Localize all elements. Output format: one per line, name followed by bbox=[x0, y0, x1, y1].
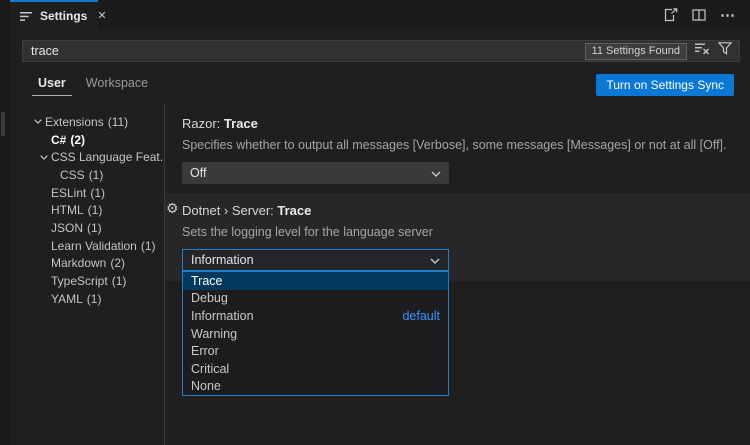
setting-category: Dotnet › Server: bbox=[182, 203, 277, 218]
dotnet-trace-select[interactable]: Information bbox=[182, 249, 449, 271]
tree-item-count: (1) bbox=[87, 292, 102, 306]
razor-trace-select[interactable]: Off bbox=[182, 162, 449, 184]
option-trace[interactable]: Trace bbox=[183, 272, 448, 290]
search-controls: 11 Settings Found bbox=[585, 42, 732, 60]
setting-description: Sets the logging level for the language … bbox=[182, 224, 750, 240]
tree-item-label: TypeScript bbox=[51, 274, 108, 288]
tab-workspace[interactable]: Workspace bbox=[80, 74, 154, 95]
tree-item-extensions[interactable]: Extensions (11) bbox=[10, 113, 164, 131]
option-warning[interactable]: Warning bbox=[183, 325, 448, 343]
settings-panel: Razor: Trace Specifies whether to output… bbox=[165, 104, 750, 445]
clear-search-results-icon[interactable] bbox=[695, 42, 710, 60]
tab-user[interactable]: User bbox=[32, 74, 72, 96]
tree-item-typescript[interactable]: TypeScript (1) bbox=[10, 272, 164, 290]
tree-item-label: Learn Validation bbox=[51, 239, 137, 253]
setting-title: Razor: Trace bbox=[182, 116, 750, 132]
tree-item-label: HTML bbox=[51, 203, 84, 217]
tree-item-label: ESLint bbox=[51, 186, 86, 200]
turn-on-settings-sync-button[interactable]: Turn on Settings Sync bbox=[596, 74, 734, 96]
search-box: 11 Settings Found bbox=[22, 40, 740, 62]
option-label: Critical bbox=[191, 362, 229, 376]
tab-title: Settings bbox=[40, 9, 87, 23]
tree-item-count: (2) bbox=[110, 256, 125, 270]
default-badge: default bbox=[402, 309, 440, 323]
tree-item-label: Markdown bbox=[51, 256, 106, 270]
more-actions-icon[interactable]: ⋯ bbox=[720, 8, 736, 23]
scope-row: User Workspace Turn on Settings Sync bbox=[10, 68, 750, 104]
tab-settings[interactable]: Settings ✕ bbox=[10, 0, 98, 30]
activity-strip bbox=[0, 0, 10, 445]
trace-level-dropdown: Trace Debug Information default Warning bbox=[182, 271, 449, 396]
setting-title: Dotnet › Server: Trace bbox=[182, 203, 750, 219]
settings-tab-icon bbox=[20, 11, 34, 22]
editor-area: Settings ✕ ⋯ bbox=[10, 0, 750, 445]
setting-name: Trace bbox=[277, 203, 311, 218]
tree-item-count: (11) bbox=[108, 115, 128, 129]
selected-value: Off bbox=[190, 166, 206, 180]
settings-window: Settings ✕ ⋯ bbox=[0, 0, 750, 445]
option-label: None bbox=[191, 379, 221, 393]
split-editor-icon[interactable] bbox=[692, 9, 706, 21]
option-critical[interactable]: Critical bbox=[183, 360, 448, 378]
option-error[interactable]: Error bbox=[183, 342, 448, 360]
option-debug[interactable]: Debug bbox=[183, 290, 448, 308]
editor-actions: ⋯ bbox=[663, 0, 750, 30]
tree-item-css[interactable]: CSS (1) bbox=[10, 166, 164, 184]
option-label: Debug bbox=[191, 291, 228, 305]
selected-value: Information bbox=[191, 253, 254, 267]
tree-item-label: CSS Language Feat... bbox=[51, 150, 164, 164]
settings-content: Extensions (11) C# (2) CSS Language Feat… bbox=[10, 104, 750, 445]
dotnet-trace-combo: Information Trace Debug bbox=[182, 249, 449, 271]
tree-item-count: (1) bbox=[90, 186, 105, 200]
tree-item-eslint[interactable]: ESLint (1) bbox=[10, 184, 164, 202]
tree-item-csharp[interactable]: C# (2) bbox=[10, 131, 164, 149]
tree-item-css-language-features[interactable]: CSS Language Feat... (1) bbox=[10, 148, 164, 166]
option-label: Trace bbox=[191, 274, 223, 288]
option-label: Error bbox=[191, 344, 219, 358]
tree-item-count: (1) bbox=[87, 221, 102, 235]
tree-item-yaml[interactable]: YAML (1) bbox=[10, 290, 164, 308]
setting-razor-trace: Razor: Trace Specifies whether to output… bbox=[182, 116, 750, 184]
tree-item-label: Extensions bbox=[45, 115, 104, 129]
tree-item-count: (2) bbox=[70, 133, 85, 147]
close-icon[interactable]: ✕ bbox=[97, 11, 106, 22]
chevron-down-icon bbox=[34, 119, 45, 124]
option-label: Information bbox=[191, 309, 254, 323]
tree-item-html[interactable]: HTML (1) bbox=[10, 201, 164, 219]
setting-name: Trace bbox=[224, 116, 258, 131]
tree-item-label: YAML bbox=[51, 292, 83, 306]
search-row: 11 Settings Found bbox=[10, 30, 750, 68]
chevron-down-icon bbox=[430, 253, 440, 267]
tree-item-count: (1) bbox=[112, 274, 127, 288]
chevron-down-icon bbox=[40, 155, 51, 160]
setting-description: Specifies whether to output all messages… bbox=[182, 137, 750, 153]
option-label: Warning bbox=[191, 327, 237, 341]
setting-category: Razor: bbox=[182, 116, 224, 131]
search-input[interactable] bbox=[31, 44, 585, 58]
option-information[interactable]: Information default bbox=[183, 307, 448, 325]
tree-item-label: JSON bbox=[51, 221, 83, 235]
filter-icon[interactable] bbox=[718, 42, 732, 60]
tree-item-learn-validation[interactable]: Learn Validation (1) bbox=[10, 237, 164, 255]
tree-item-count: (1) bbox=[89, 168, 104, 182]
strip-marker bbox=[1, 112, 5, 136]
gear-icon[interactable]: ⚙ bbox=[166, 201, 179, 215]
chevron-down-icon bbox=[431, 166, 441, 180]
tab-bar: Settings ✕ ⋯ bbox=[10, 0, 750, 30]
option-none[interactable]: None bbox=[183, 378, 448, 396]
tree-item-markdown[interactable]: Markdown (2) bbox=[10, 255, 164, 273]
results-count-badge: 11 Settings Found bbox=[585, 43, 687, 60]
open-settings-json-icon[interactable] bbox=[663, 8, 678, 22]
settings-tree: Extensions (11) C# (2) CSS Language Feat… bbox=[10, 104, 164, 445]
tree-item-label: CSS bbox=[60, 168, 85, 182]
tree-item-label: C# bbox=[51, 133, 66, 147]
tree-item-json[interactable]: JSON (1) bbox=[10, 219, 164, 237]
setting-dotnet-server-trace: ⚙ Dotnet › Server: Trace Sets the loggin… bbox=[165, 193, 750, 281]
tree-item-count: (1) bbox=[88, 203, 103, 217]
tree-item-count: (1) bbox=[141, 239, 156, 253]
